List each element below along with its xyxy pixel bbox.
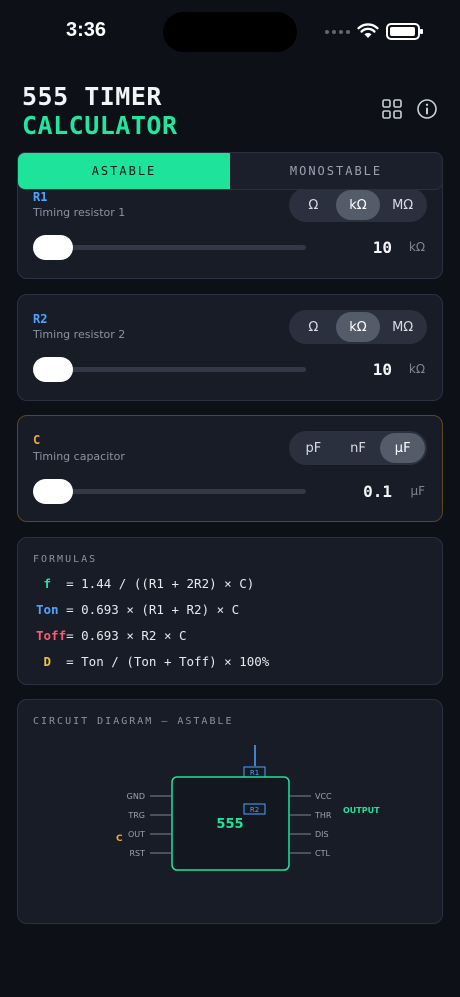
pin-gnd: GND — [127, 792, 145, 801]
formulas-card: FORMULAS f = 1.44 / ((R1 + 2R2) × C) Ton… — [17, 537, 443, 685]
c-name: C — [33, 433, 41, 447]
r1-slider-thumb[interactable] — [33, 235, 73, 260]
r2-card: R2 Timing resistor 2 Ω kΩ MΩ 10 kΩ — [17, 294, 443, 401]
c-slider-thumb[interactable] — [33, 479, 73, 504]
pin-out: OUT — [128, 830, 145, 839]
c-value: 0.1 — [363, 482, 392, 501]
info-icon[interactable] — [416, 98, 438, 120]
r2-name: R2 — [33, 312, 48, 326]
pin-thr: THR — [314, 811, 332, 820]
app-title: 555 TIMER — [22, 82, 162, 111]
r1-unit-ohm[interactable]: Ω — [291, 190, 336, 220]
formula-expression: = Ton / (Ton + Toff) × 100% — [66, 654, 270, 669]
r1-diagram-label: R1 — [250, 769, 259, 777]
r2-unit-mohm[interactable]: MΩ — [380, 312, 425, 342]
r2-unit-kohm[interactable]: kΩ — [335, 312, 381, 342]
formulas-label: FORMULAS — [33, 554, 98, 565]
chip-label: 555 — [216, 817, 243, 832]
c-unit-pf[interactable]: pF — [291, 433, 336, 463]
circuit-card: CIRCUIT DIAGRAM — ASTABLE R1 555 R2 GND … — [17, 699, 443, 924]
formula-expression: = 0.693 × R2 × C — [66, 628, 187, 643]
c-slider-track[interactable] — [38, 489, 306, 494]
output-label: OUTPUT — [343, 806, 380, 815]
app-subtitle: CALCULATOR — [22, 111, 178, 140]
status-time: 3:36 — [66, 19, 107, 41]
r1-unit-selector[interactable]: Ω kΩ MΩ — [289, 188, 427, 222]
r2-diagram-label: R2 — [250, 806, 259, 814]
r1-unit-kohm[interactable]: kΩ — [335, 190, 381, 220]
capacitor-diagram-label: C — [116, 834, 123, 844]
pin-dis: DIS — [315, 830, 329, 839]
formula-expression: = 0.693 × (R1 + R2) × C — [66, 602, 240, 617]
pin-trg: TRG — [127, 811, 145, 820]
c-unit-label: µF — [410, 484, 425, 498]
dynamic-island — [163, 12, 297, 52]
r2-description: Timing resistor 2 — [33, 328, 126, 341]
battery-icon — [386, 23, 423, 40]
r2-unit-label: kΩ — [408, 362, 425, 376]
status-bar: 3:36 — [0, 0, 460, 62]
formula-toff: Toff= 0.693 × R2 × C — [36, 628, 187, 643]
r2-unit-selector[interactable]: Ω kΩ MΩ — [289, 310, 427, 344]
formula-ton: Ton = 0.693 × (R1 + R2) × C — [36, 602, 239, 617]
c-unit-nf[interactable]: nF — [336, 433, 381, 463]
capacitor-card: C Timing capacitor pF nF µF 0.1 µF — [17, 415, 443, 522]
formula-expression: = 1.44 / ((R1 + 2R2) × C) — [66, 576, 255, 591]
formula-symbol: Toff — [36, 628, 67, 643]
r2-slider-track[interactable] — [38, 367, 306, 372]
formula-duty: D = Ton / (Ton + Toff) × 100% — [36, 654, 270, 669]
formula-symbol: D — [36, 654, 67, 669]
formula-symbol: Ton — [36, 602, 67, 617]
mode-tabs: ASTABLE MONOSTABLE — [17, 152, 443, 190]
tab-astable[interactable]: ASTABLE — [18, 153, 230, 189]
wifi-icon — [357, 23, 379, 38]
circuit-diagram: R1 555 R2 GND TRG OUT RST VCC THR DIS CT… — [116, 745, 380, 871]
r2-value: 10 — [372, 360, 392, 379]
c-description: Timing capacitor — [33, 450, 125, 463]
pin-rst: RST — [129, 849, 145, 858]
r1-unit-mohm[interactable]: MΩ — [380, 190, 425, 220]
r1-slider-track[interactable] — [38, 245, 306, 250]
grid-icon[interactable] — [381, 98, 403, 120]
r1-name: R1 — [33, 190, 48, 204]
r1-value: 10 — [372, 238, 392, 257]
tab-monostable[interactable]: MONOSTABLE — [230, 153, 442, 189]
r2-slider-thumb[interactable] — [33, 357, 73, 382]
signal-icon — [325, 30, 350, 34]
r1-unit-label: kΩ — [408, 240, 425, 254]
c-unit-selector[interactable]: pF nF µF — [289, 431, 427, 465]
r1-description: Timing resistor 1 — [33, 206, 126, 219]
formula-symbol: f — [36, 576, 67, 591]
pin-vcc: VCC — [315, 792, 332, 801]
formula-frequency: f = 1.44 / ((R1 + 2R2) × C) — [36, 576, 255, 591]
pin-ctl: CTL — [315, 849, 330, 858]
c-unit-uf[interactable]: µF — [380, 433, 426, 463]
r2-unit-ohm[interactable]: Ω — [291, 312, 336, 342]
